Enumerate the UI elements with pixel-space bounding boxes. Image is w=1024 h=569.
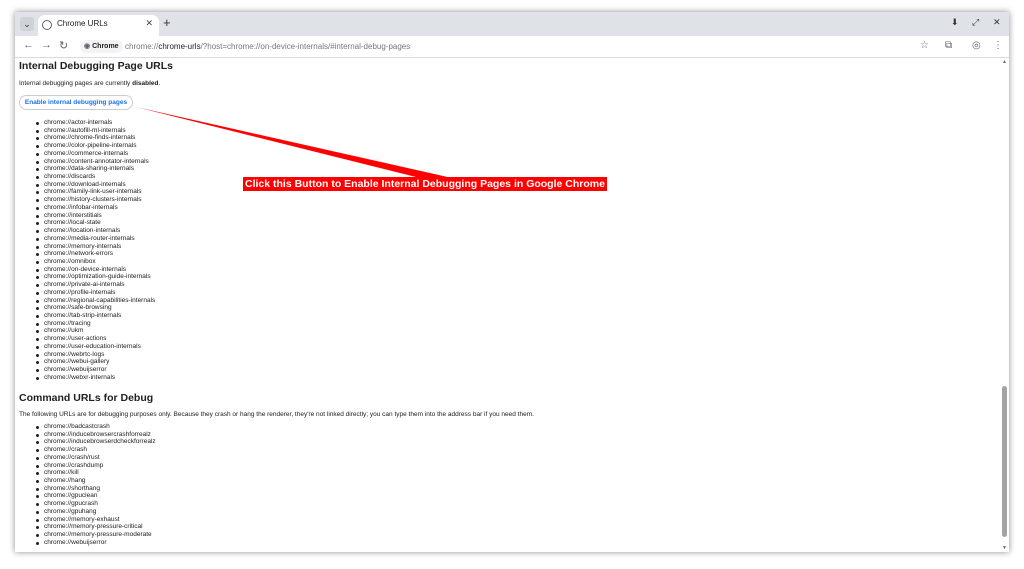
annotation-callout: Click this Button to Enable Internal Deb…	[243, 177, 607, 191]
annotation-arrow	[136, 107, 452, 182]
annotation-arrow-shape	[136, 107, 452, 182]
